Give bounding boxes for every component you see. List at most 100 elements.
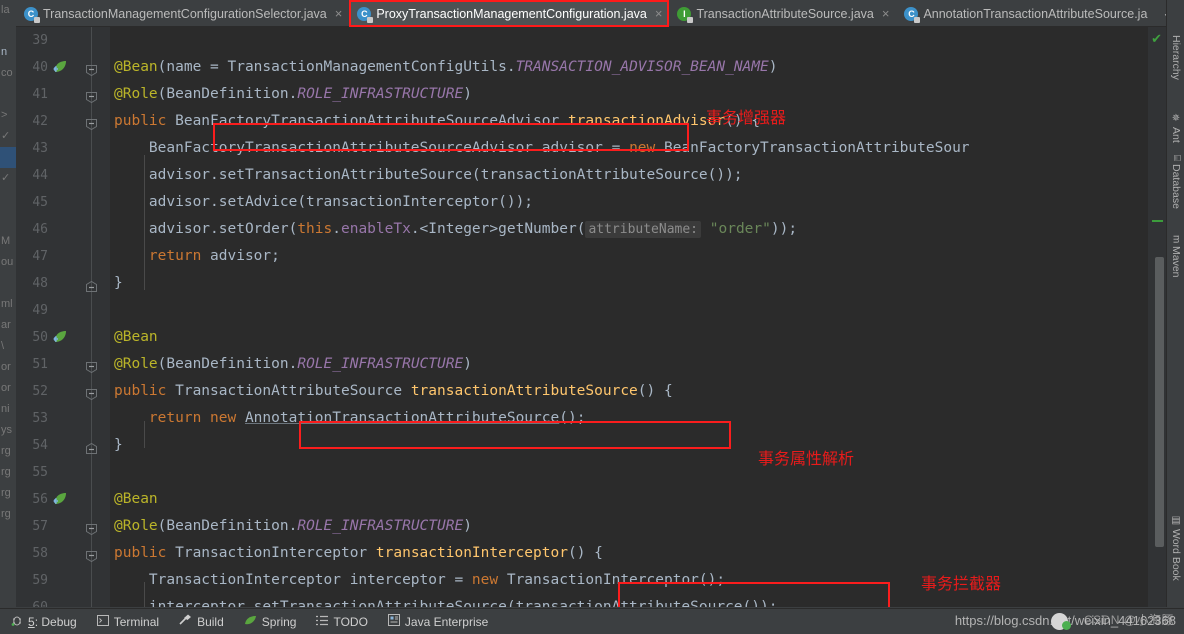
code-line[interactable]: @Bean	[110, 324, 1166, 351]
gutter-line[interactable]: 45	[16, 189, 110, 216]
project-tree-row[interactable]: n	[0, 42, 16, 63]
code-fold-toggle[interactable]	[86, 63, 97, 77]
code-line[interactable]: }	[110, 432, 1166, 459]
right-tool-strip[interactable]: Hierarchy ✵ Ant ⌸ Database m Maven ▤ Word Book	[1166, 0, 1184, 607]
project-tree-row[interactable]	[0, 21, 16, 42]
project-tree-row[interactable]	[0, 189, 16, 210]
project-tree-strip[interactable]: la n co > ✓ ✓ Mou ml ar \ or or ni ys rg rg rg rg	[0, 0, 16, 612]
spring-bean-gutter-icon[interactable]	[52, 329, 68, 345]
code-fold-toggle[interactable]	[86, 279, 97, 292]
gutter-line[interactable]: 47	[16, 243, 110, 270]
code-fold-toggle[interactable]	[86, 522, 97, 536]
code-line[interactable]: @Bean	[110, 486, 1166, 513]
status-bar-item[interactable]: 5: Debug	[3, 611, 85, 633]
project-tree-row[interactable]: or	[0, 378, 16, 399]
project-tree-row[interactable]: >	[0, 105, 16, 126]
project-tree-row[interactable]: \	[0, 336, 16, 357]
code-fold-toggle[interactable]	[86, 360, 97, 374]
project-tree-row[interactable]: ou	[0, 252, 16, 273]
project-tree-row[interactable]: rg	[0, 504, 16, 525]
gutter-line[interactable]: 46	[16, 216, 110, 243]
tool-window-button[interactable]: ✵ Ant	[1167, 110, 1184, 146]
gutter-line[interactable]: 58	[16, 540, 110, 567]
gutter-line[interactable]: 43	[16, 135, 110, 162]
code-editor[interactable]: 39 40 41 42 43 44 45 46 47 48 49 50 51 52 53 54 55 56 57 58…	[16, 27, 1166, 607]
code-line[interactable]: TransactionInterceptor interceptor = new…	[110, 567, 1166, 594]
project-tree-row[interactable]: ml	[0, 294, 16, 315]
editor-tab[interactable]: C AnnotationTransactionAttributeSource.ja	[896, 0, 1154, 27]
project-tree-row[interactable]: rg	[0, 483, 16, 504]
status-bar-item[interactable]: Spring	[236, 611, 305, 633]
tool-window-button[interactable]: ⌸ Database	[1167, 152, 1184, 212]
project-tree-row[interactable]: ni	[0, 399, 16, 420]
code-line[interactable]: return new AnnotationTransactionAttribut…	[110, 405, 1166, 432]
code-content[interactable]: @Bean(name = TransactionManagementConfig…	[110, 27, 1166, 607]
code-fold-toggle[interactable]	[86, 387, 97, 401]
tool-window-button[interactable]: ▤ Word Book	[1167, 512, 1184, 584]
gutter-line[interactable]: 53	[16, 405, 110, 432]
code-line[interactable]: public TransactionAttributeSource transa…	[110, 378, 1166, 405]
project-tree-row[interactable]: la	[0, 0, 16, 21]
code-line[interactable]: return advisor;	[110, 243, 1166, 270]
code-line[interactable]	[110, 27, 1166, 54]
project-tree-row[interactable]: or	[0, 357, 16, 378]
project-tree-row[interactable]	[0, 84, 16, 105]
code-fold-toggle[interactable]	[86, 549, 97, 563]
close-icon[interactable]: ×	[335, 7, 343, 20]
gutter-line[interactable]: 54	[16, 432, 110, 459]
code-line[interactable]: @Bean(name = TransactionManagementConfig…	[110, 54, 1166, 81]
gutter-line[interactable]: 55	[16, 459, 110, 486]
gutter-line[interactable]: 49	[16, 297, 110, 324]
editor-tab[interactable]: C TransactionManagementConfigurationSelec…	[16, 0, 349, 27]
gutter-line[interactable]: 40	[16, 54, 110, 81]
code-line[interactable]	[110, 297, 1166, 324]
gutter-line[interactable]: 57	[16, 513, 110, 540]
gutter-line[interactable]: 50	[16, 324, 110, 351]
code-line[interactable]: BeanFactoryTransactionAttributeSourceAdv…	[110, 135, 1166, 162]
project-tree-row[interactable]: ar	[0, 315, 16, 336]
code-fold-toggle[interactable]	[86, 90, 97, 104]
project-tree-row[interactable]: ✓	[0, 168, 16, 189]
project-tree-row[interactable]: M	[0, 231, 16, 252]
gutter-line[interactable]: 51	[16, 351, 110, 378]
spring-bean-gutter-icon[interactable]	[52, 491, 68, 507]
gutter-line[interactable]: 39	[16, 27, 110, 54]
editor-tab-bar[interactable]: C TransactionManagementConfigurationSelec…	[16, 0, 1172, 27]
code-line[interactable]: advisor.setOrder(this.enableTx.<Integer>…	[110, 216, 1166, 243]
status-bar-item[interactable]: Terminal	[89, 611, 167, 633]
gutter-line[interactable]: 59	[16, 567, 110, 594]
code-fold-toggle[interactable]	[86, 441, 97, 454]
spring-bean-gutter-icon[interactable]	[52, 59, 68, 75]
code-line[interactable]: }	[110, 270, 1166, 297]
status-bar-item[interactable]: TODO	[308, 611, 375, 633]
editor-gutter[interactable]: 39 40 41 42 43 44 45 46 47 48 49 50 51 52 53 54 55 56 57 58…	[16, 27, 110, 607]
project-tree-row[interactable]	[0, 210, 16, 231]
gutter-line[interactable]: 48	[16, 270, 110, 297]
inspection-marker-column[interactable]: ✔	[1148, 27, 1166, 607]
close-icon[interactable]: ×	[655, 7, 663, 20]
project-tree-row[interactable]: ✓	[0, 126, 16, 147]
editor-scrollbar[interactable]	[1155, 257, 1164, 547]
code-line[interactable]: advisor.setTransactionAttributeSource(tr…	[110, 162, 1166, 189]
code-line[interactable]: advisor.setAdvice(transactionInterceptor…	[110, 189, 1166, 216]
tool-window-button[interactable]: Hierarchy	[1167, 32, 1184, 83]
project-tree-row[interactable]: rg	[0, 462, 16, 483]
project-tree-row[interactable]: rg	[0, 441, 16, 462]
project-tree-row[interactable]	[0, 147, 16, 168]
code-line[interactable]: @Role(BeanDefinition.ROLE_INFRASTRUCTURE…	[110, 81, 1166, 108]
editor-tab[interactable]: I TransactionAttributeSource.java ×	[669, 0, 896, 27]
gutter-line[interactable]: 44	[16, 162, 110, 189]
editor-tab[interactable]: C ProxyTransactionManagementConfiguration…	[349, 0, 670, 27]
status-bar-item[interactable]: Build	[171, 611, 232, 633]
code-line[interactable]: interceptor.setTransactionAttributeSourc…	[110, 594, 1166, 607]
gutter-line[interactable]: 60	[16, 594, 110, 607]
code-fold-toggle[interactable]	[86, 117, 97, 131]
close-icon[interactable]: ×	[882, 7, 890, 20]
code-line[interactable]: public TransactionInterceptor transactio…	[110, 540, 1166, 567]
code-line[interactable]: @Role(BeanDefinition.ROLE_INFRASTRUCTURE…	[110, 513, 1166, 540]
project-tree-row[interactable]	[0, 273, 16, 294]
project-tree-row[interactable]: co	[0, 63, 16, 84]
tool-window-button[interactable]: m Maven	[1167, 232, 1184, 281]
gutter-line[interactable]: 41	[16, 81, 110, 108]
code-line[interactable]	[110, 459, 1166, 486]
